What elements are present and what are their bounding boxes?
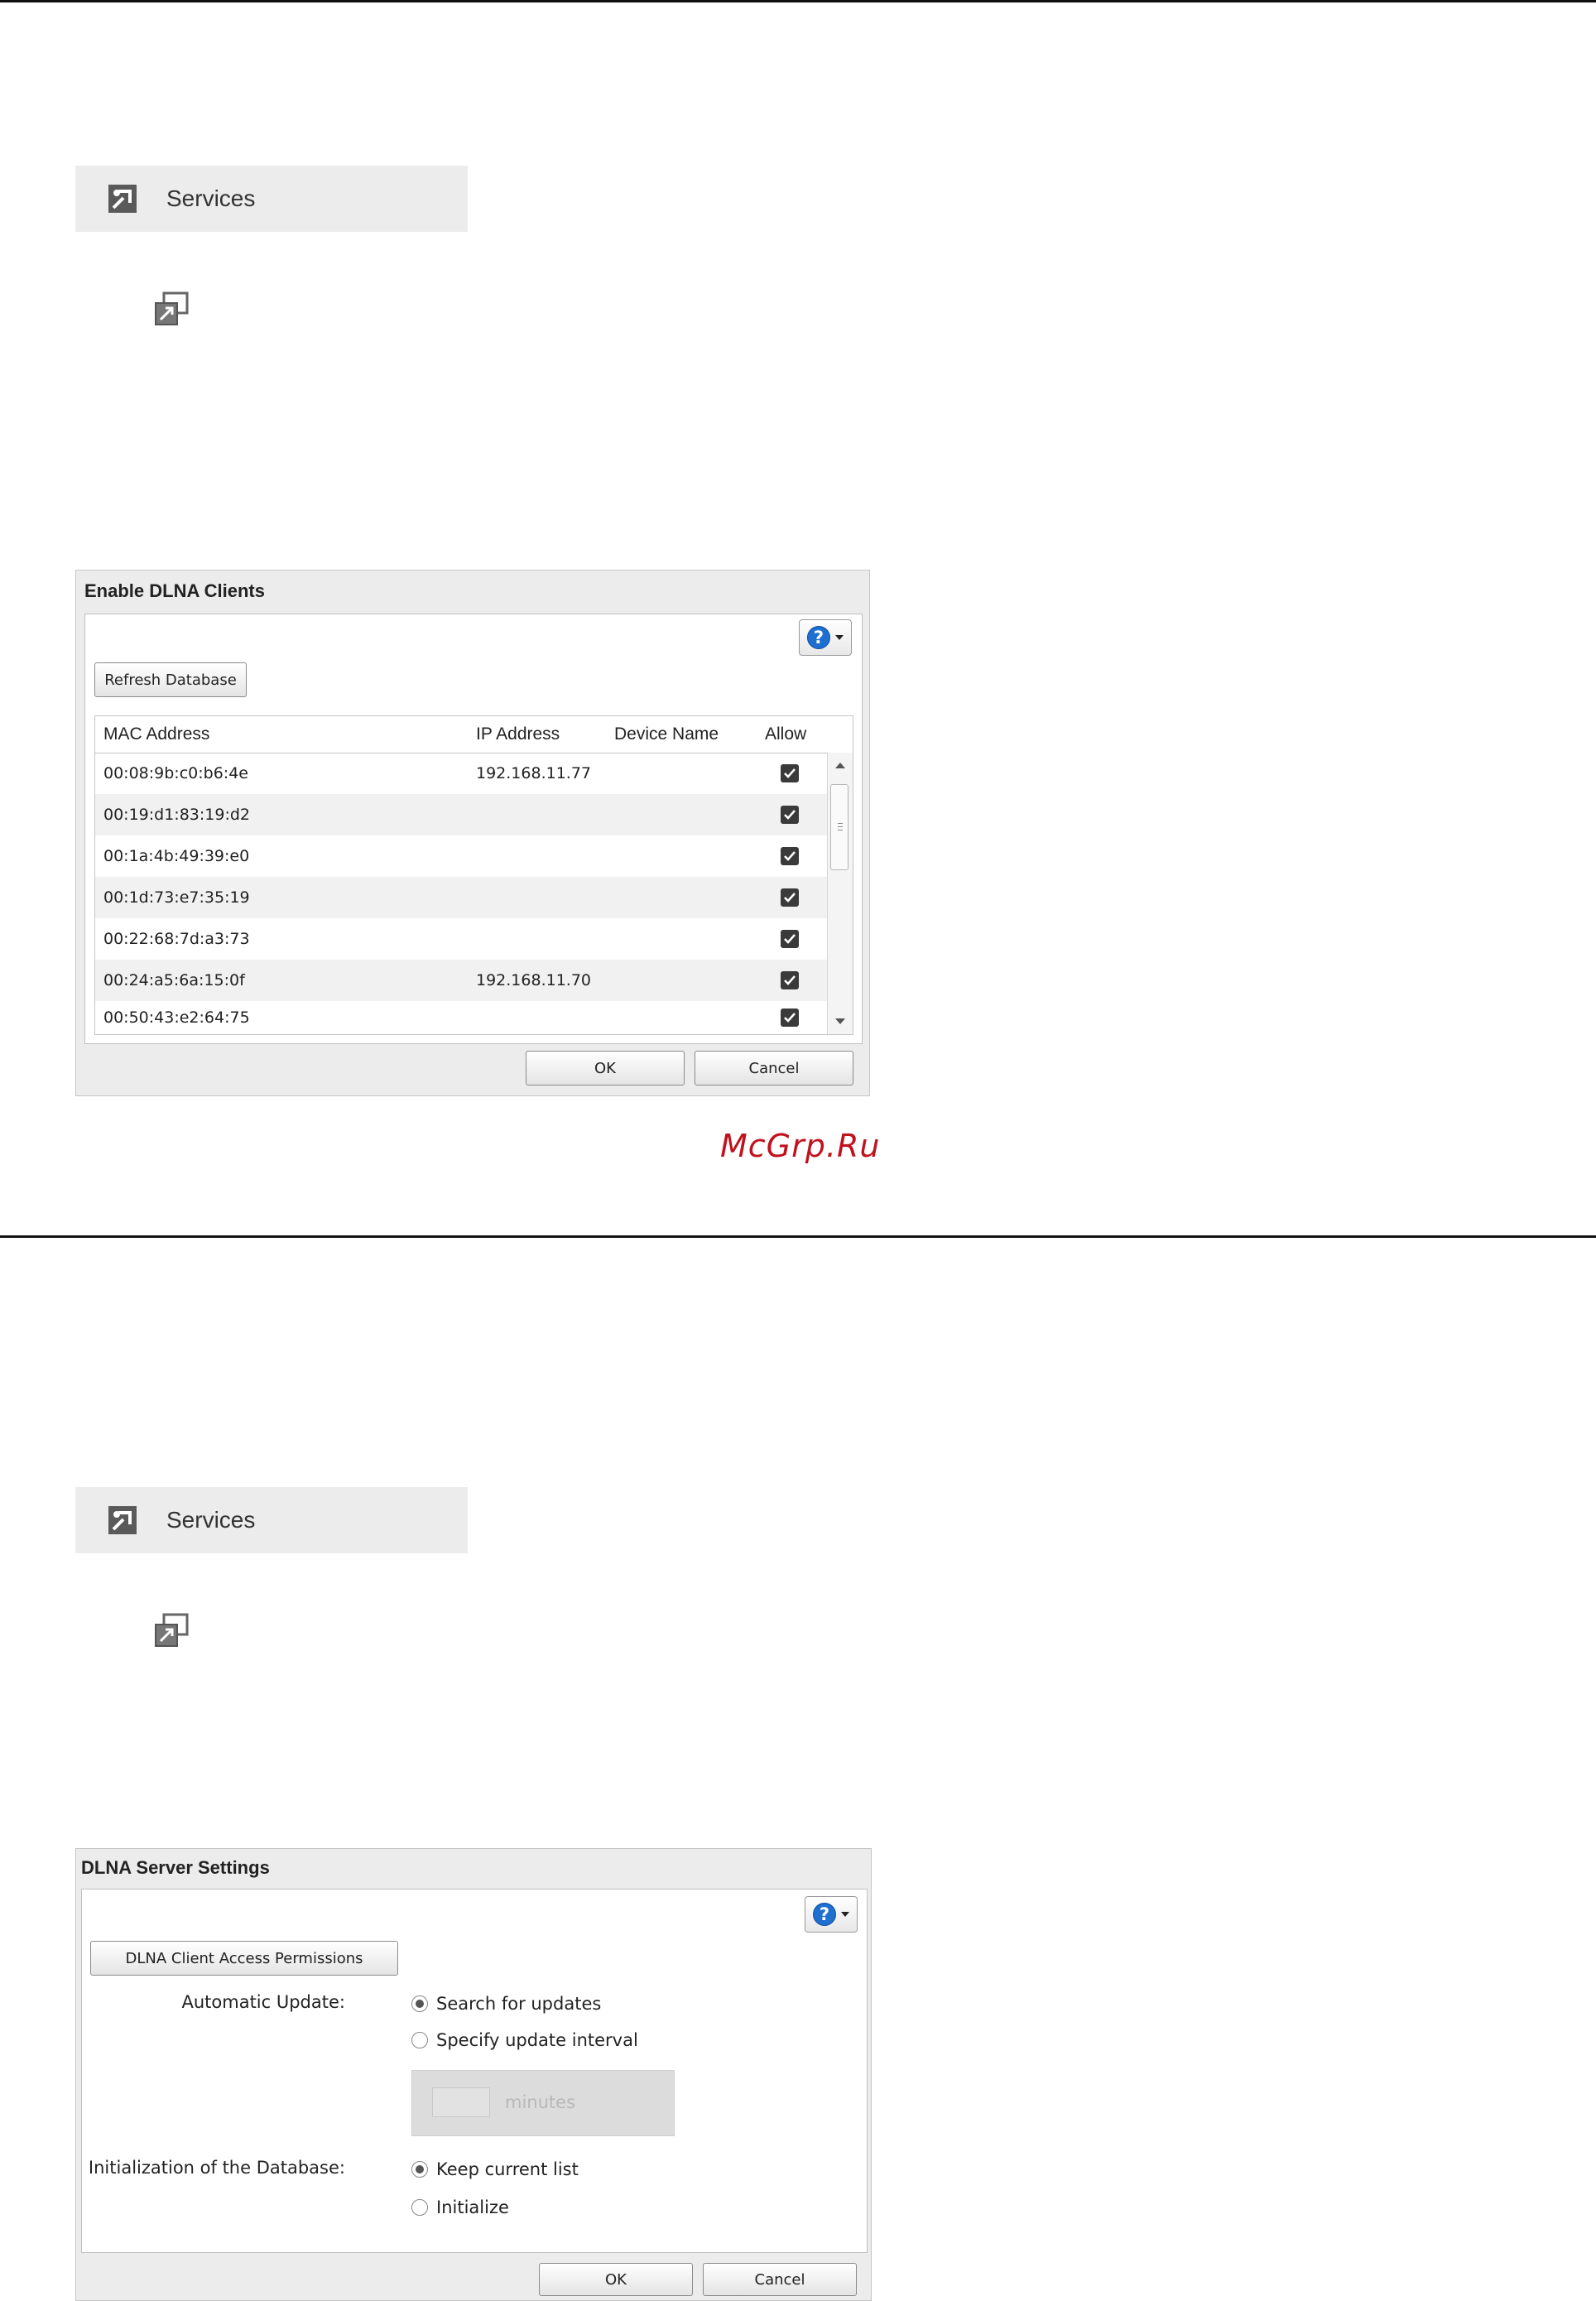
scroll-down-icon[interactable] <box>835 1018 845 1024</box>
interval-minutes-input[interactable] <box>432 2087 490 2117</box>
checkbox-checked-icon[interactable] <box>781 847 799 865</box>
option-label: Keep current list <box>436 2159 579 2179</box>
column-ip-address[interactable]: IP Address <box>476 724 560 744</box>
cancel-button[interactable]: Cancel <box>695 1051 853 1086</box>
mac-cell: 00:22:68:7d:a3:73 <box>103 930 250 948</box>
ok-button[interactable]: OK <box>539 2263 693 2296</box>
automatic-update-label: Automatic Update: <box>181 1992 345 2012</box>
mac-cell: 00:08:9b:c0:b6:4e <box>103 764 248 782</box>
dialog-title: Enable DLNA Clients <box>84 580 265 601</box>
dropdown-caret-icon <box>841 1912 849 1917</box>
keep-current-list-option[interactable]: Keep current list <box>411 2159 579 2179</box>
option-label: Search for updates <box>436 1994 602 2014</box>
column-mac-address[interactable]: MAC Address <box>103 724 209 744</box>
table-row[interactable]: 00:1d:73:e7:35:19 <box>95 877 829 918</box>
help-icon: ? <box>813 1903 836 1926</box>
table-row[interactable]: 00:19:d1:83:19:d2 <box>95 794 829 835</box>
services-icon <box>108 1506 137 1534</box>
grip-line <box>838 826 843 827</box>
checkbox-checked-icon[interactable] <box>781 806 799 824</box>
external-link-icon[interactable] <box>154 1613 189 1648</box>
dialog-title: DLNA Server Settings <box>81 1857 270 1878</box>
mac-cell: 00:1d:73:e7:35:19 <box>103 888 250 907</box>
dlna-server-settings-dialog: DLNA Server Settings ? DLNA Client Acces… <box>75 1848 872 2301</box>
middle-divider <box>0 1235 1596 1238</box>
dropdown-caret-icon <box>835 635 844 640</box>
services-label: Services <box>166 185 256 211</box>
ok-button[interactable]: OK <box>526 1051 685 1086</box>
help-icon: ? <box>807 626 830 649</box>
watermark-text: McGrp.Ru <box>720 1128 881 1164</box>
external-link-icon[interactable] <box>154 291 189 326</box>
services-icon <box>108 185 137 213</box>
column-allow[interactable]: Allow <box>765 724 806 744</box>
dialog-panel: ? Refresh Database MAC Address IP Addres… <box>84 614 863 1044</box>
table-row[interactable]: 00:50:43:e2:64:75 <box>95 1001 829 1034</box>
ip-cell: 192.168.11.70 <box>476 971 592 989</box>
enable-dlna-clients-dialog: Enable DLNA Clients ? Refresh Database M… <box>75 570 870 1096</box>
search-for-updates-option[interactable]: Search for updates <box>411 1994 601 2014</box>
initialize-option[interactable]: Initialize <box>411 2198 509 2217</box>
dlna-client-access-permissions-button[interactable]: DLNA Client Access Permissions <box>90 1941 398 1976</box>
dialog-panel: ? DLNA Client Access Permissions Automat… <box>81 1889 868 2253</box>
checkbox-checked-icon[interactable] <box>781 764 799 782</box>
checkbox-checked-icon[interactable] <box>781 888 799 907</box>
column-device-name[interactable]: Device Name <box>614 724 719 744</box>
scroll-thumb[interactable] <box>830 784 848 870</box>
mac-cell: 00:24:a5:6a:15:0f <box>103 971 245 989</box>
services-menu-item[interactable]: Services <box>75 166 468 232</box>
mac-cell: 00:19:d1:83:19:d2 <box>103 806 251 824</box>
mac-cell: 00:1a:4b:49:39:e0 <box>103 847 250 865</box>
refresh-database-button[interactable]: Refresh Database <box>94 662 247 697</box>
mac-cell: 00:50:43:e2:64:75 <box>103 1008 250 1027</box>
minutes-unit-label: minutes <box>505 2092 576 2112</box>
radio-selected-icon[interactable] <box>411 1995 428 2012</box>
table-scrollbar[interactable] <box>827 753 853 1034</box>
ip-cell: 192.168.11.77 <box>476 764 592 782</box>
table-row[interactable]: 00:08:9b:c0:b6:4e 192.168.11.77 <box>95 753 829 794</box>
radio-selected-icon[interactable] <box>411 2161 428 2178</box>
grip-line <box>838 823 843 824</box>
services-menu-item[interactable]: Services <box>75 1487 468 1553</box>
help-button[interactable]: ? <box>799 619 852 656</box>
checkbox-checked-icon[interactable] <box>781 1008 799 1027</box>
checkbox-checked-icon[interactable] <box>781 930 799 948</box>
table-row[interactable]: 00:24:a5:6a:15:0f 192.168.11.70 <box>95 960 829 1001</box>
checkbox-checked-icon[interactable] <box>781 971 799 989</box>
option-label: Specify update interval <box>436 2030 638 2050</box>
table-row[interactable]: 00:22:68:7d:a3:73 <box>95 918 829 960</box>
radio-unselected-icon[interactable] <box>411 2199 428 2216</box>
dlna-clients-table: MAC Address IP Address Device Name Allow… <box>94 715 853 1035</box>
services-label: Services <box>166 1507 256 1533</box>
cancel-button[interactable]: Cancel <box>703 2263 857 2296</box>
radio-unselected-icon[interactable] <box>411 2032 428 2048</box>
specify-update-interval-option[interactable]: Specify update interval <box>411 2030 638 2050</box>
table-row[interactable]: 00:1a:4b:49:39:e0 <box>95 835 829 877</box>
update-interval-group: minutes <box>411 2070 675 2136</box>
option-label: Initialize <box>436 2198 509 2217</box>
help-button[interactable]: ? <box>805 1896 858 1933</box>
scroll-up-icon[interactable] <box>835 763 845 768</box>
table-header: MAC Address IP Address Device Name Allow <box>95 716 853 753</box>
top-divider <box>0 0 1596 2</box>
initialization-database-label: Initialization of the Database: <box>88 2158 345 2178</box>
